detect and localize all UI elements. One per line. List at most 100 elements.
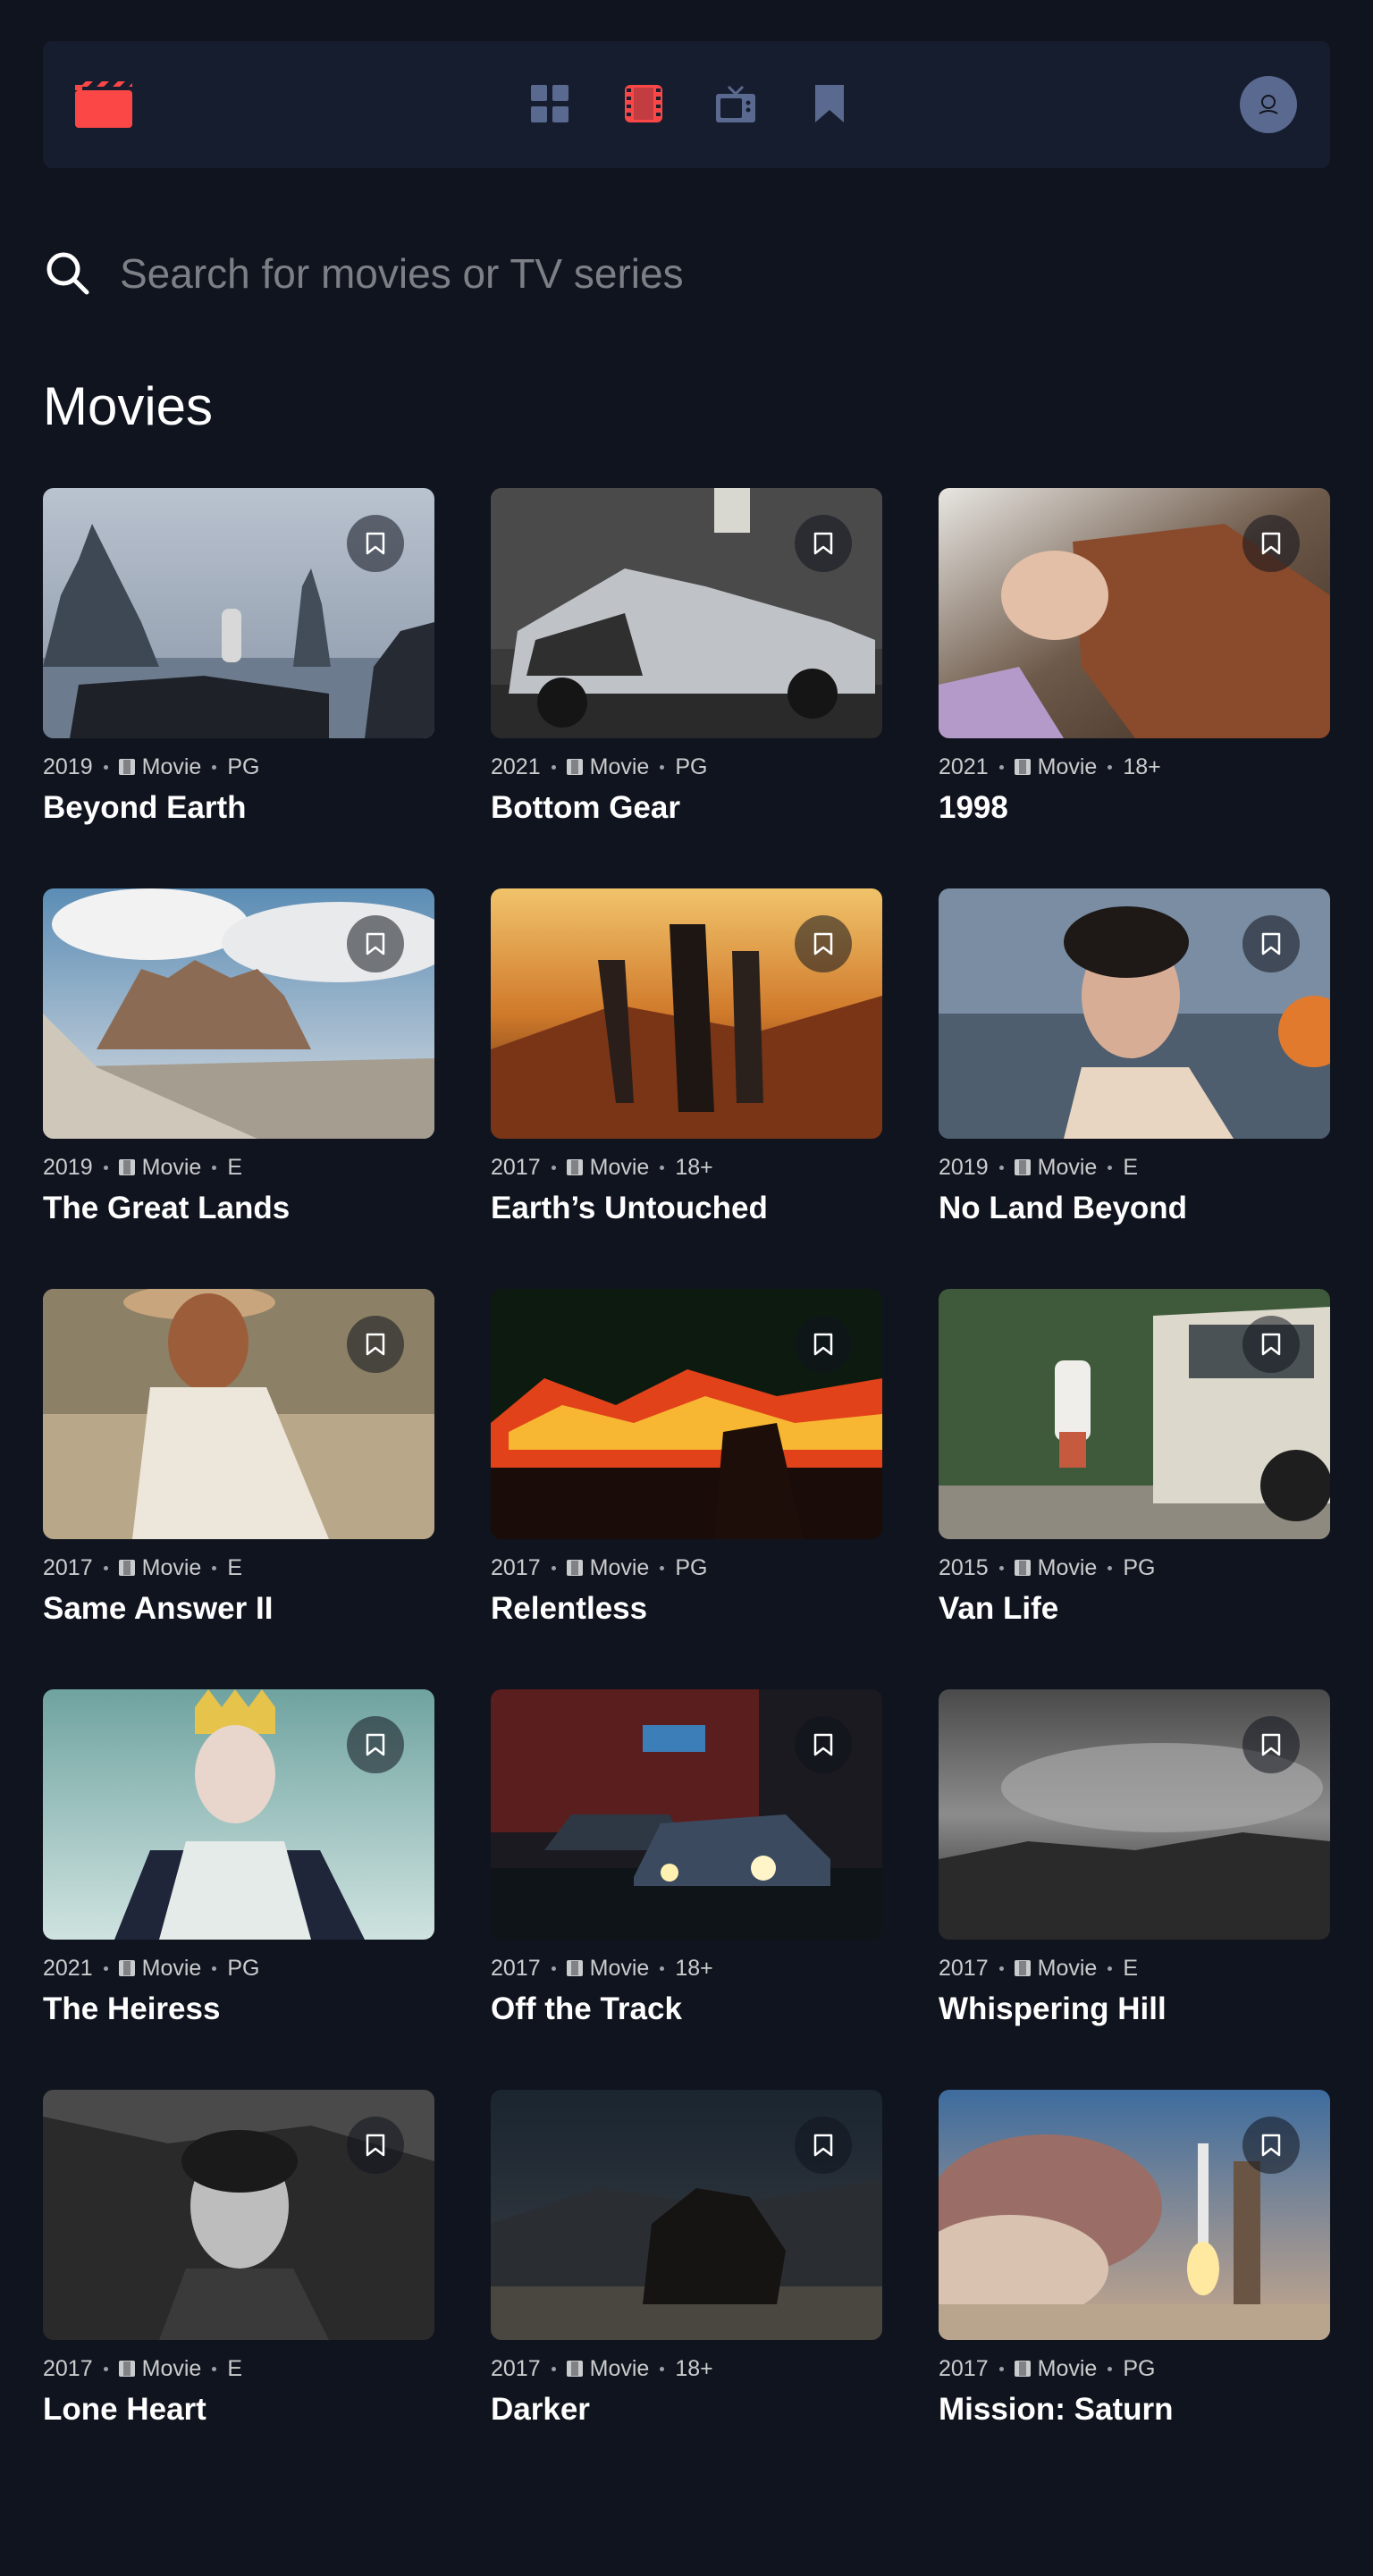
movie-card[interactable]: 2021 Movie PG Bottom Gear [491,488,882,888]
movie-thumbnail[interactable] [939,888,1330,1139]
bookmark-button[interactable] [795,2117,852,2174]
movie-category: Movie [141,1955,202,1981]
movie-category: Movie [141,2355,202,2381]
movie-thumbnail[interactable] [939,2090,1330,2340]
movie-thumbnail[interactable] [939,1689,1330,1940]
movie-thumbnail[interactable] [43,488,434,738]
movie-thumbnail[interactable] [491,2090,882,2340]
movie-thumbnail[interactable] [491,488,882,738]
movie-card[interactable]: 2017 Movie PG Relentless [491,1289,882,1689]
movie-thumbnail[interactable] [43,1289,434,1539]
movie-card[interactable]: 2017 Movie E Whispering Hill [939,1689,1330,2090]
movie-card[interactable]: 2017 Movie 18+ Off the Track [491,1689,882,2090]
bookmark-empty-icon [1261,1733,1281,1756]
film-category-icon [1014,2361,1031,2377]
bookmark-button[interactable] [795,1716,852,1773]
bookmark-empty-icon [366,532,385,555]
movie-thumbnail[interactable] [491,1689,882,1940]
movie-year: 2019 [43,1154,93,1180]
movie-title[interactable]: Mission: Saturn [939,2392,1330,2428]
movie-category: Movie [1037,753,1098,779]
movie-card[interactable]: 2021 Movie PG The Heiress [43,1689,434,2090]
movie-thumbnail[interactable] [939,1289,1330,1539]
movie-card[interactable]: 2017 Movie E Same Answer II [43,1289,434,1689]
dot-separator [998,2366,1004,2371]
dot-separator [1108,1565,1113,1570]
movie-title[interactable]: Van Life [939,1591,1330,1627]
film-icon[interactable] [621,81,666,126]
search-bar [43,241,1330,306]
user-avatar-icon[interactable] [1240,76,1297,133]
movie-title[interactable]: Darker [491,2392,882,2428]
movie-title[interactable]: 1998 [939,790,1330,826]
movie-thumbnail[interactable] [491,888,882,1139]
movie-rating: PG [227,753,260,779]
search-input[interactable] [120,249,1330,298]
dot-separator [212,1966,217,1971]
movie-category: Movie [1037,1955,1098,1981]
film-category-icon [566,1560,583,1576]
bookmark-button[interactable] [347,515,404,572]
movie-title[interactable]: Off the Track [491,1991,882,2027]
bookmark-button[interactable] [347,2117,404,2174]
movie-title[interactable]: Whispering Hill [939,1991,1330,2027]
bookmark-empty-icon [366,1733,385,1756]
movie-card[interactable]: 2017 Movie E Lone Heart [43,2090,434,2490]
bookmark-icon[interactable] [807,81,852,126]
bookmark-button[interactable] [1242,915,1300,972]
movie-thumbnail[interactable] [939,488,1330,738]
bookmark-button[interactable] [347,915,404,972]
movie-card[interactable]: 2021 Movie 18+ 1998 [939,488,1330,888]
movie-category: Movie [1037,1554,1098,1580]
dot-separator [212,1165,217,1170]
bookmark-empty-icon [813,1333,833,1356]
movie-thumbnail[interactable] [43,2090,434,2340]
tv-icon[interactable] [713,81,758,126]
movie-category: Movie [141,1154,202,1180]
movie-card[interactable]: 2019 Movie E The Great Lands [43,888,434,1289]
movie-title[interactable]: The Great Lands [43,1191,434,1226]
bookmark-button[interactable] [347,1316,404,1373]
bookmark-button[interactable] [795,1316,852,1373]
dot-separator [551,2366,556,2371]
film-category-icon [1014,759,1031,775]
movie-title[interactable]: Earth’s Untouched [491,1191,882,1226]
bookmark-button[interactable] [795,515,852,572]
dot-separator [103,1966,108,1971]
movie-card[interactable]: 2017 Movie PG Mission: Saturn [939,2090,1330,2490]
film-category-icon [566,1960,583,1976]
movie-clapper-icon[interactable] [75,81,132,128]
movie-category: Movie [141,753,202,779]
movie-title[interactable]: Bottom Gear [491,790,882,826]
movie-year: 2021 [43,1955,93,1981]
movie-card[interactable]: 2017 Movie 18+ Earth’s Untouched [491,888,882,1289]
bookmark-empty-icon [813,932,833,955]
movie-title[interactable]: Relentless [491,1591,882,1627]
movie-title[interactable]: Lone Heart [43,2392,434,2428]
movie-meta: 2017 Movie 18+ [491,1956,882,1981]
movie-card[interactable]: 2015 Movie PG Van Life [939,1289,1330,1689]
bookmark-button[interactable] [1242,2117,1300,2174]
bookmark-button[interactable] [1242,1716,1300,1773]
movie-thumbnail[interactable] [43,1689,434,1940]
movie-title[interactable]: No Land Beyond [939,1191,1330,1226]
movie-thumbnail[interactable] [43,888,434,1139]
movie-card[interactable]: 2017 Movie 18+ Darker [491,2090,882,2490]
grid-icon[interactable] [527,81,572,126]
movie-rating: E [1123,1154,1138,1180]
movie-thumbnail[interactable] [491,1289,882,1539]
bookmark-button[interactable] [1242,1316,1300,1373]
movie-card[interactable]: 2019 Movie PG Beyond Earth [43,488,434,888]
movie-card[interactable]: 2019 Movie E No Land Beyond [939,888,1330,1289]
movie-title[interactable]: Same Answer II [43,1591,434,1627]
movie-rating: E [227,1154,242,1180]
dot-separator [998,1165,1004,1170]
dot-separator [551,764,556,770]
movie-title[interactable]: Beyond Earth [43,790,434,826]
bookmark-button[interactable] [795,915,852,972]
film-category-icon [566,759,583,775]
bookmark-button[interactable] [347,1716,404,1773]
movie-title[interactable]: The Heiress [43,1991,434,2027]
movie-rating: 18+ [1123,753,1161,779]
bookmark-button[interactable] [1242,515,1300,572]
